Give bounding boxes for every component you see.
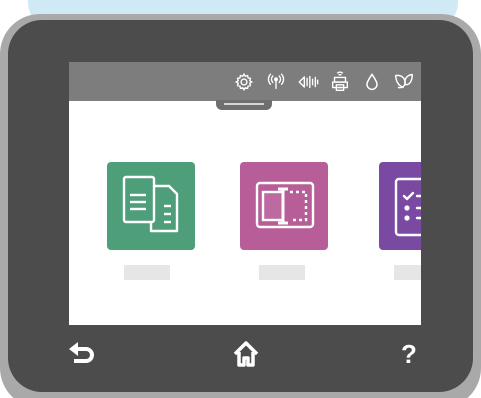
help-label: ? <box>401 339 417 369</box>
status-bar[interactable] <box>69 62 421 101</box>
copy-documents-icon <box>122 175 179 233</box>
back-button[interactable] <box>62 336 102 372</box>
settings-gear-icon[interactable] <box>233 71 255 93</box>
ink-drop-icon[interactable] <box>361 71 383 93</box>
app-tile-copy[interactable] <box>107 162 195 250</box>
app-label-forms <box>394 265 421 280</box>
app-tile-forms[interactable] <box>379 162 421 250</box>
status-icons <box>233 71 415 93</box>
app-label-copy <box>124 265 170 280</box>
app-tile-scan[interactable] <box>240 162 328 250</box>
touch-screen <box>69 62 421 325</box>
remote-print-icon[interactable] <box>329 71 351 93</box>
back-arrow-icon <box>69 342 94 363</box>
checklist-icon <box>394 177 421 237</box>
home-button[interactable] <box>226 336 266 372</box>
home-icon <box>233 341 259 367</box>
wireless-antenna-icon[interactable] <box>265 71 287 93</box>
scan-frame-icon <box>255 181 315 229</box>
status-pull-handle[interactable] <box>216 100 272 110</box>
speaker-volume-icon[interactable] <box>297 71 319 93</box>
printer-panel: ? <box>0 0 481 398</box>
eco-leaf-icon[interactable] <box>393 71 415 93</box>
help-button[interactable]: ? <box>389 336 429 372</box>
app-label-scan <box>259 265 305 280</box>
